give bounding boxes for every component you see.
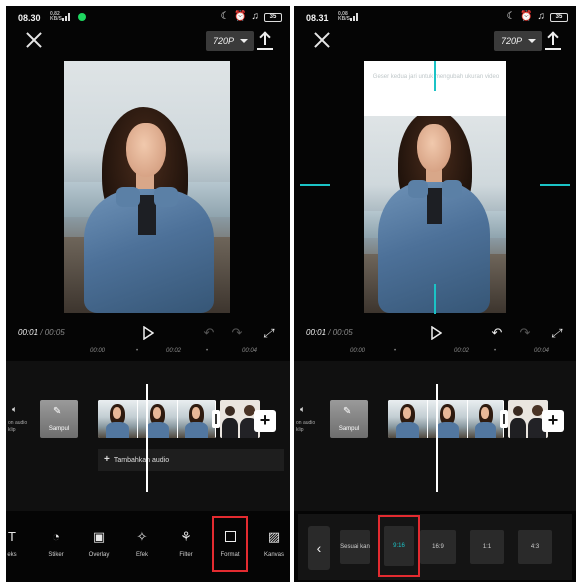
undo-icon[interactable]: ↶ xyxy=(490,326,504,340)
status-icons: ☾ ⏰ ♫ xyxy=(506,11,546,22)
ruler-tick: 00:02 xyxy=(454,348,470,354)
video-clip[interactable] xyxy=(98,400,216,438)
mute-audio-icon[interactable]: 🔈︎ xyxy=(300,404,305,415)
time-readout: 00:01 / 00:05 xyxy=(18,328,65,337)
resolution-label: 720P xyxy=(213,36,235,46)
battery-icon: 35 xyxy=(550,13,568,22)
spotify-icon xyxy=(78,13,86,21)
video-clip[interactable] xyxy=(388,400,504,438)
tool-text[interactable]: T eks xyxy=(6,528,32,558)
signal-icon xyxy=(62,13,72,21)
playback-controls: 00:01 / 00:05 ↶ ↷ ⤢ xyxy=(294,324,576,344)
text-icon: T xyxy=(8,529,16,544)
add-audio-label: Tambahkan audio xyxy=(113,457,170,464)
video-preview[interactable] xyxy=(64,61,230,313)
add-audio-button[interactable]: + Tambahkan audio xyxy=(98,449,284,471)
format-panel: ‹ Sesuai kan 9:16 16:9 1:1 4:3 xyxy=(298,514,572,580)
resolution-label: 720P xyxy=(501,36,523,46)
redo-icon[interactable]: ↷ xyxy=(230,326,244,340)
status-time: 08.31 xyxy=(306,13,329,23)
export-icon[interactable] xyxy=(545,31,561,50)
center-guide-left xyxy=(300,184,330,186)
caret-down-icon xyxy=(528,39,536,43)
cover-button[interactable]: ✎ Sampul xyxy=(40,400,78,438)
resolution-button[interactable]: 720P xyxy=(494,31,542,51)
cover-button[interactable]: ✎ Sampul xyxy=(330,400,368,438)
center-guide-right xyxy=(540,184,570,186)
status-icons: ☾ ⏰ ♫ xyxy=(220,11,260,22)
time-ruler: 00:00 • 00:02 • 00:04 xyxy=(350,348,550,354)
right-screenshot: 08.31 0,08 KB/S ☾ ⏰ ♫ 35 720P Geser kedu… xyxy=(294,6,576,582)
trim-handle[interactable] xyxy=(212,410,220,428)
add-clip-button[interactable]: + xyxy=(542,410,564,432)
format-option-fit[interactable]: Sesuai kan xyxy=(340,530,370,564)
redo-icon[interactable]: ↷ xyxy=(518,326,532,340)
status-bar: 08.31 0,08 KB/S ☾ ⏰ ♫ 35 xyxy=(294,6,576,28)
edit-icon: ✎ xyxy=(53,406,62,417)
tool-overlay[interactable]: ▣ Overlay xyxy=(79,528,119,558)
center-guide-top xyxy=(434,61,436,91)
ruler-tick: 00:04 xyxy=(534,348,550,354)
tool-canvas[interactable]: ▨ Kanvas xyxy=(254,528,290,558)
plus-icon: + xyxy=(104,454,110,465)
back-chevron-icon[interactable]: ‹ xyxy=(308,526,330,570)
playback-controls: 00:01 / 00:05 ↶ ↷ ⤢ xyxy=(6,324,290,344)
play-icon[interactable] xyxy=(142,325,156,341)
mute-audio-label: on audio klip xyxy=(296,420,316,433)
time-readout: 00:01 / 00:05 xyxy=(306,328,353,337)
canvas-icon: ▨ xyxy=(267,529,281,544)
ruler-tick: 00:02 xyxy=(166,348,182,354)
close-icon[interactable] xyxy=(24,30,44,50)
ratio-highlight-box xyxy=(378,515,420,577)
network-speed: 0,08 KB/S xyxy=(338,11,350,22)
ruler-tick: 00:00 xyxy=(350,348,366,354)
format-option-1-1[interactable]: 1:1 xyxy=(470,530,504,564)
trim-handle[interactable] xyxy=(500,410,508,428)
overlay-icon: ▣ xyxy=(92,529,106,544)
caret-down-icon xyxy=(240,39,248,43)
preview-hint: Geser kedua jari untuk mengubah ukuran v… xyxy=(372,74,500,80)
edit-icon: ✎ xyxy=(343,406,352,417)
fullscreen-icon[interactable]: ⤢ xyxy=(261,326,275,340)
playhead[interactable] xyxy=(436,384,438,492)
play-icon[interactable] xyxy=(430,325,444,341)
left-screenshot: 08.30 0,82 KB/S ☾ ⏰ ♫ 35 720P 00:01 / 00… xyxy=(6,6,290,582)
status-time: 08.30 xyxy=(18,13,41,23)
video-preview[interactable]: Geser kedua jari untuk mengubah ukuran v… xyxy=(364,61,506,313)
sticker-icon: ◔ xyxy=(52,529,60,544)
close-icon[interactable] xyxy=(312,30,332,50)
export-icon[interactable] xyxy=(257,31,273,50)
preview-photo xyxy=(64,61,230,313)
playhead[interactable] xyxy=(146,384,148,492)
effect-icon: ✧ xyxy=(136,529,148,544)
tool-sticker[interactable]: ◔ Stiker xyxy=(36,528,76,558)
mute-audio-label: on audio klip xyxy=(8,420,28,433)
time-ruler: 00:00 • 00:02 • 00:04 xyxy=(90,348,258,354)
fullscreen-icon[interactable]: ⤢ xyxy=(549,326,563,340)
network-speed: 0,82 KB/S xyxy=(50,11,62,22)
format-highlight-box xyxy=(212,516,248,572)
format-option-16-9[interactable]: 16:9 xyxy=(420,530,456,564)
ruler-tick: 00:00 xyxy=(90,348,106,354)
add-clip-button[interactable]: + xyxy=(254,410,276,432)
battery-icon: 35 xyxy=(264,13,282,22)
tool-filter[interactable]: ⚘ Filter xyxy=(166,528,206,558)
undo-icon[interactable]: ↶ xyxy=(202,326,216,340)
signal-icon xyxy=(350,13,360,21)
resolution-button[interactable]: 720P xyxy=(206,31,254,51)
status-bar: 08.30 0,82 KB/S ☾ ⏰ ♫ 35 xyxy=(6,6,290,28)
format-option-4-3[interactable]: 4:3 xyxy=(518,530,552,564)
center-guide-bottom xyxy=(434,284,436,314)
tool-effect[interactable]: ✧ Efek xyxy=(122,528,162,558)
mute-audio-icon[interactable]: 🔈︎ xyxy=(12,404,17,415)
cover-label: Sampul xyxy=(48,426,70,432)
ruler-tick: 00:04 xyxy=(242,348,258,354)
filter-icon: ⚘ xyxy=(180,529,192,544)
cover-label: Sampul xyxy=(338,426,360,432)
